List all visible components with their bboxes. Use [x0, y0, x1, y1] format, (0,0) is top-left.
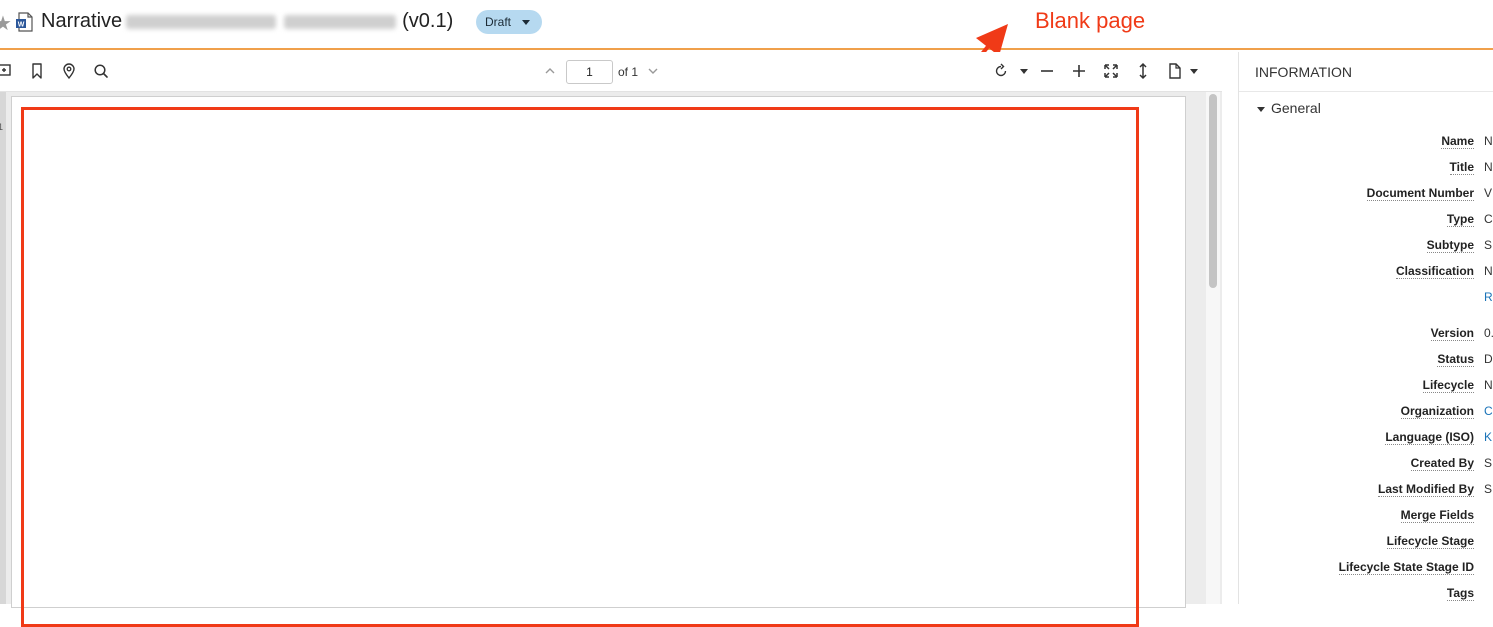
- information-panel: INFORMATION General Name N Title N Docum…: [1238, 52, 1493, 604]
- rotate-icon[interactable]: [992, 62, 1010, 80]
- field-value-status: D: [1484, 352, 1493, 366]
- field-value-language[interactable]: K: [1484, 430, 1492, 444]
- status-dropdown[interactable]: Draft: [476, 10, 542, 34]
- field-value-title: N: [1484, 160, 1493, 174]
- document-viewer[interactable]: 1: [0, 92, 1222, 627]
- section-title: General: [1271, 100, 1321, 116]
- field-label-merge-fields: Merge Fields: [1400, 508, 1474, 523]
- document-page: [11, 96, 1186, 627]
- field-label-document-number: Document Number: [1366, 186, 1474, 201]
- field-label-lifecycle-state-stage-id: Lifecycle State Stage ID: [1338, 560, 1474, 575]
- thumbnail-strip[interactable]: 1: [0, 92, 6, 604]
- field-value-created-by: S: [1484, 456, 1493, 470]
- field-value-classification: N: [1484, 264, 1493, 278]
- viewer-toolbar: of 1: [0, 52, 1222, 92]
- field-label-name: Name: [1441, 134, 1474, 149]
- fit-page-icon[interactable]: [1102, 62, 1120, 80]
- field-label-subtype: Subtype: [1426, 238, 1474, 253]
- document-title-prefix: Narrative: [41, 10, 123, 32]
- chevron-down-icon[interactable]: [1015, 62, 1033, 80]
- favorite-star-icon[interactable]: ★: [0, 11, 12, 36]
- field-label-status: Status: [1437, 352, 1474, 367]
- field-label-type: Type: [1446, 212, 1474, 227]
- page-count: of 1: [618, 65, 639, 79]
- chevron-down-icon[interactable]: [1185, 62, 1203, 80]
- field-value-last-modified-by: S: [1484, 482, 1493, 496]
- document-version: (v0.1): [402, 10, 454, 32]
- field-value-type: C: [1484, 212, 1493, 226]
- location-pin-icon[interactable]: [60, 62, 78, 80]
- add-comment-icon[interactable]: [0, 62, 14, 80]
- field-label-last-modified-by: Last Modified By: [1377, 482, 1474, 497]
- field-value-version: 0.: [1484, 326, 1493, 340]
- field-value-document-number: V: [1484, 186, 1493, 200]
- field-label-lifecycle: Lifecycle: [1422, 378, 1474, 393]
- thumbnail-page-number: 1: [0, 122, 4, 132]
- field-value-name: N: [1484, 134, 1493, 148]
- chevron-down-icon[interactable]: [644, 62, 662, 80]
- blank-page-highlight: [21, 107, 1139, 627]
- annotation-label: Blank page: [1035, 8, 1146, 33]
- general-section-toggle[interactable]: General: [1257, 100, 1321, 116]
- field-label-tags: Tags: [1446, 586, 1474, 601]
- field-label-organization: Organization: [1400, 404, 1474, 419]
- field-label-version: Version: [1430, 326, 1474, 341]
- document-title: Narrative (v0.1): [41, 10, 453, 33]
- field-label-language: Language (ISO): [1385, 430, 1474, 445]
- field-label-title: Title: [1449, 160, 1474, 175]
- svg-text:W: W: [18, 22, 25, 29]
- field-value-lifecycle: N: [1484, 378, 1493, 392]
- redacted-text: [284, 14, 397, 29]
- document-header: ★ W Narrative (v0.1) Draft Blank page: [0, 0, 1493, 50]
- zoom-in-icon[interactable]: [1070, 62, 1088, 80]
- vertical-scrollbar[interactable]: [1206, 92, 1220, 604]
- redacted-text: [126, 14, 277, 29]
- bookmark-icon[interactable]: [28, 62, 46, 80]
- scrollbar-thumb[interactable]: [1209, 94, 1217, 288]
- field-value-organization[interactable]: C: [1484, 404, 1493, 418]
- field-value-classification-link[interactable]: R: [1484, 290, 1493, 304]
- field-label-lifecycle-stage: Lifecycle Stage: [1386, 534, 1474, 549]
- chevron-up-icon[interactable]: [541, 62, 559, 80]
- search-icon[interactable]: [92, 62, 110, 80]
- field-label-classification: Classification: [1395, 264, 1474, 279]
- zoom-out-icon[interactable]: [1038, 62, 1056, 80]
- field-label-created-by: Created By: [1410, 456, 1474, 471]
- page-number-input[interactable]: [566, 60, 613, 84]
- page-view-icon[interactable]: [1166, 62, 1184, 80]
- caret-down-icon: [1257, 106, 1265, 112]
- word-document-icon: W: [16, 12, 33, 32]
- field-value-subtype: S: [1484, 238, 1493, 252]
- chevron-down-icon: [522, 20, 530, 25]
- fit-height-icon[interactable]: [1134, 62, 1152, 80]
- status-label: Draft: [485, 15, 512, 29]
- information-header: INFORMATION: [1239, 52, 1493, 92]
